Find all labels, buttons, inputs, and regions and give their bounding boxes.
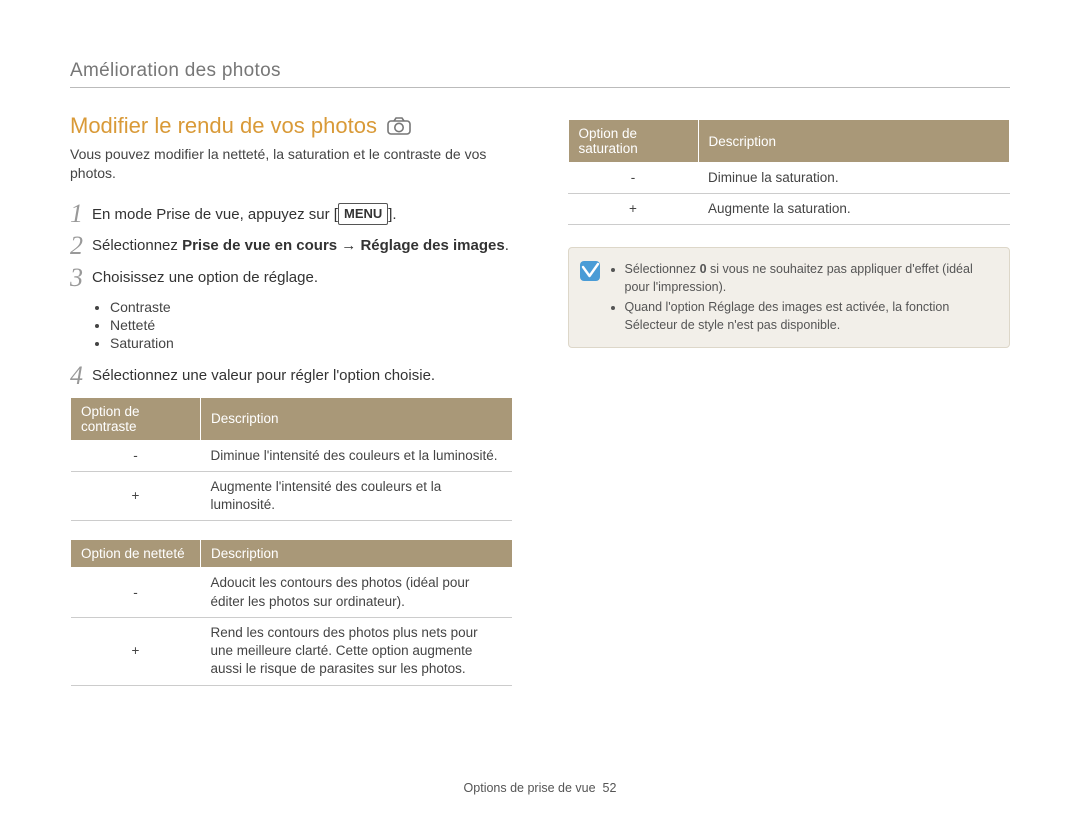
option-description: Rend les contours des photos plus nets p… <box>201 617 513 685</box>
th-option: Option de saturation <box>568 120 698 163</box>
bullet-saturation: Saturation <box>110 335 513 351</box>
note-item: Sélectionnez 0 si vous ne souhaitez pas … <box>625 261 996 296</box>
th-description: Description <box>201 397 513 440</box>
section-intro: Vous pouvez modifier la netteté, la satu… <box>70 145 513 183</box>
table-row: - Diminue la saturation. <box>568 163 1010 194</box>
camera-icon <box>387 117 411 135</box>
contrast-table: Option de contraste Description - Diminu… <box>70 397 513 522</box>
table-header-row: Option de saturation Description <box>568 120 1010 163</box>
table-row: + Augmente la saturation. <box>568 194 1010 225</box>
step-number: 3 <box>70 265 92 291</box>
note-1-pre: Sélectionnez <box>625 262 700 276</box>
step-1: 1 En mode Prise de vue, appuyez sur [MEN… <box>70 203 513 227</box>
th-description: Description <box>698 120 1010 163</box>
th-option: Option de contraste <box>71 397 201 440</box>
th-option: Option de netteté <box>71 540 201 568</box>
section-title: Modifier le rendu de vos photos <box>70 113 513 139</box>
table-row: + Rend les contours des photos plus nets… <box>71 617 513 685</box>
footer-page-number: 52 <box>603 781 617 795</box>
saturation-table: Option de saturation Description - Dimin… <box>568 119 1011 225</box>
page-footer: Options de prise de vue 52 <box>0 781 1080 795</box>
th-description: Description <box>201 540 513 568</box>
step-2-bold: Prise de vue en cours → Réglage des imag… <box>182 237 505 254</box>
step-body: Sélectionnez Prise de vue en cours → Rég… <box>92 235 513 256</box>
step-number: 2 <box>70 233 92 259</box>
step-2: 2 Sélectionnez Prise de vue en cours → R… <box>70 235 513 259</box>
option-description: Diminue l'intensité des couleurs et la l… <box>201 440 513 471</box>
option-description: Adoucit les contours des photos (idéal p… <box>201 568 513 617</box>
step-3: 3 Choisissez une option de réglage. <box>70 267 513 291</box>
option-description: Augmente l'intensité des couleurs et la … <box>201 472 513 521</box>
table-header-row: Option de contraste Description <box>71 397 513 440</box>
step-body: En mode Prise de vue, appuyez sur [MENU]… <box>92 203 513 225</box>
note-list: Sélectionnez 0 si vous ne souhaitez pas … <box>611 258 996 337</box>
step-3-bullets: Contraste Netteté Saturation <box>70 299 513 351</box>
step-2-b: . <box>505 237 509 254</box>
step-number: 1 <box>70 201 92 227</box>
content-columns: Modifier le rendu de vos photos Vous pou… <box>70 113 1010 704</box>
note-box: Sélectionnez 0 si vous ne souhaitez pas … <box>568 247 1011 348</box>
note-item: Quand l'option Réglage des images est ac… <box>625 299 996 334</box>
step-number: 4 <box>70 363 92 389</box>
breadcrumb: Amélioration des photos <box>70 60 1010 88</box>
step-body: Choisissez une option de réglage. <box>92 267 513 288</box>
step-2-a: Sélectionnez <box>92 237 182 254</box>
option-description: Augmente la saturation. <box>698 194 1010 225</box>
left-column: Modifier le rendu de vos photos Vous pou… <box>70 113 513 704</box>
sharpness-table: Option de netteté Description - Adoucit … <box>70 539 513 685</box>
note-1-bold: 0 <box>700 262 707 276</box>
option-symbol: + <box>71 472 201 521</box>
option-description: Diminue la saturation. <box>698 163 1010 194</box>
right-column: Option de saturation Description - Dimin… <box>568 113 1011 704</box>
option-symbol: - <box>71 440 201 471</box>
option-symbol: + <box>71 617 201 685</box>
option-symbol: - <box>568 163 698 194</box>
option-symbol: + <box>568 194 698 225</box>
step-body: Sélectionnez une valeur pour régler l'op… <box>92 365 513 386</box>
step-1-pre: En mode Prise de vue, appuyez sur [ <box>92 206 338 223</box>
bullet-contrast: Contraste <box>110 299 513 315</box>
bullet-sharpness: Netteté <box>110 317 513 333</box>
option-symbol: - <box>71 568 201 617</box>
menu-key: MENU <box>338 203 388 225</box>
section-title-text: Modifier le rendu de vos photos <box>70 113 377 139</box>
table-row: - Diminue l'intensité des couleurs et la… <box>71 440 513 471</box>
table-header-row: Option de netteté Description <box>71 540 513 568</box>
footer-section: Options de prise de vue <box>464 781 596 795</box>
step-4: 4 Sélectionnez une valeur pour régler l'… <box>70 365 513 389</box>
table-row: + Augmente l'intensité des couleurs et l… <box>71 472 513 521</box>
table-row: - Adoucit les contours des photos (idéal… <box>71 568 513 617</box>
step-1-post: ]. <box>388 206 396 223</box>
note-icon <box>579 260 601 282</box>
